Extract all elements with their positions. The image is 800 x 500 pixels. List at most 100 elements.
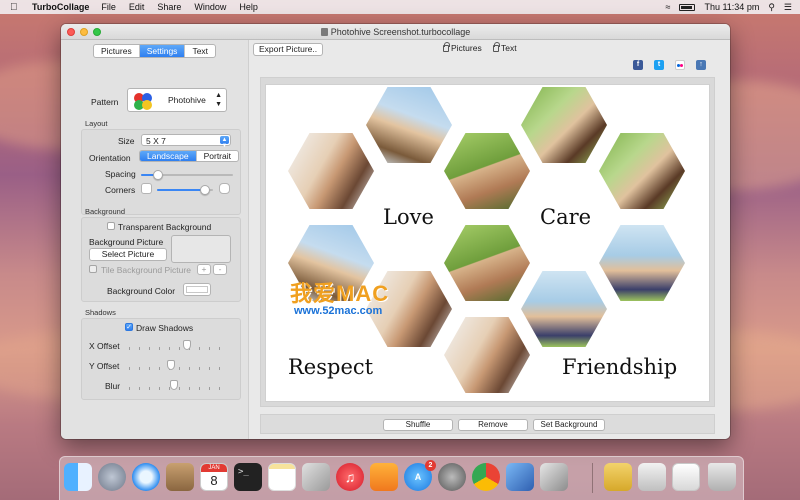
y-offset-slider[interactable] [129, 360, 229, 376]
trash-icon[interactable] [708, 463, 736, 491]
caption-respect[interactable]: Respect [288, 355, 373, 379]
photo-app-icon[interactable] [540, 463, 568, 491]
background-color-label: Background Color [107, 286, 176, 296]
zoom-window-button[interactable] [93, 28, 101, 36]
export-picture-button[interactable]: Export Picture.. [253, 43, 324, 56]
watermark-url: www.52mac.com [294, 305, 383, 317]
orientation-landscape[interactable]: Landscape [140, 151, 197, 161]
tab-pictures[interactable]: Pictures [94, 45, 140, 57]
clock[interactable]: Thu 11:34 pm [704, 2, 759, 12]
collage-photo[interactable] [366, 87, 452, 163]
slider-knob[interactable] [183, 340, 191, 350]
slider-knob[interactable] [167, 360, 175, 370]
blur-slider[interactable] [129, 380, 229, 396]
menu-bar:  TurboCollage File Edit Share Window He… [0, 0, 800, 14]
caption-love[interactable]: Love [383, 205, 434, 229]
collage-photo[interactable] [444, 225, 530, 301]
flickr-icon[interactable] [675, 60, 685, 70]
close-window-button[interactable] [67, 28, 75, 36]
collage-photo[interactable] [599, 133, 685, 209]
sidebar-tabs: Pictures Settings Text [93, 44, 217, 58]
twitter-icon[interactable]: t [654, 60, 664, 70]
caption-friendship[interactable]: Friendship [562, 355, 677, 379]
tile-background-checkbox[interactable] [89, 265, 97, 273]
finder-icon[interactable] [64, 463, 92, 491]
tab-settings[interactable]: Settings [139, 45, 186, 57]
orientation-portrait[interactable]: Portrait [197, 151, 238, 161]
tab-text[interactable]: Text [185, 45, 215, 57]
collage-photo[interactable] [599, 225, 685, 301]
menu-app-name[interactable]: TurboCollage [32, 2, 89, 12]
collage-photo[interactable] [444, 133, 530, 209]
menu-share[interactable]: Share [157, 2, 181, 12]
collage-photo[interactable] [444, 317, 530, 393]
battery-icon[interactable] [679, 3, 696, 11]
caption-care[interactable]: Care [540, 205, 591, 229]
size-select[interactable]: 5 X 7 ▲ ▼ [141, 134, 231, 149]
slider-knob[interactable] [170, 380, 178, 390]
tile-remove-button[interactable]: - [213, 264, 227, 275]
downloads-stack-icon[interactable] [604, 463, 632, 491]
apple-menu-icon[interactable]:  [10, 2, 24, 13]
lock-text-toggle[interactable]: Text [493, 42, 517, 53]
square-corner-icon [141, 183, 152, 194]
pattern-select[interactable]: Photohive ▲ ▼ [127, 88, 227, 112]
menu-help[interactable]: Help [239, 2, 258, 12]
terminal-icon[interactable]: >_ [234, 463, 262, 491]
notes-icon[interactable] [268, 463, 296, 491]
collage-photo[interactable] [521, 87, 607, 163]
x-offset-label: X Offset [89, 341, 120, 351]
select-picture-button[interactable]: Select Picture [89, 248, 167, 261]
menu-edit[interactable]: Edit [129, 2, 145, 12]
settings-sidebar: Pictures Settings Text Pattern Photohive… [61, 40, 249, 439]
menu-window[interactable]: Window [194, 2, 226, 12]
corners-slider[interactable] [157, 185, 213, 195]
chrome-icon[interactable] [472, 463, 500, 491]
background-section-title: Background [85, 207, 126, 216]
share-icon[interactable]: ↑ [696, 60, 706, 70]
app-store-icon[interactable]: A 2 [404, 460, 436, 491]
title-bar[interactable]: Photohive Screenshot.turbocollage [61, 24, 730, 40]
wifi-icon[interactable]: ≈ [666, 2, 671, 12]
calendar-month: JAN [201, 464, 227, 472]
draw-shadows-checkbox[interactable]: ✓ [125, 323, 133, 331]
system-preferences-icon[interactable] [438, 463, 466, 491]
x-offset-slider[interactable] [129, 340, 229, 356]
lock-icon [443, 42, 450, 52]
window-controls [67, 28, 101, 36]
shuffle-button[interactable]: Shuffle [383, 419, 453, 431]
documents-stack-icon[interactable] [638, 463, 666, 491]
minimize-window-button[interactable] [80, 28, 88, 36]
set-background-button[interactable]: Set Background [533, 419, 605, 431]
slider-knob[interactable] [199, 185, 210, 195]
collage-photo[interactable] [288, 133, 374, 209]
calendar-icon[interactable]: JAN 8 [200, 463, 228, 491]
tile-add-button[interactable]: + [197, 264, 211, 275]
layout-section-title: Layout [85, 119, 108, 128]
launchpad-icon[interactable] [98, 463, 126, 491]
collage-canvas[interactable]: Love Care Respect Friendship 我爱MAC www.5… [265, 84, 710, 402]
transparent-background-checkbox[interactable] [107, 222, 115, 230]
spotlight-icon[interactable]: ⚲ [768, 2, 775, 13]
app-window: Photohive Screenshot.turbocollage Pictur… [61, 24, 730, 439]
background-color-swatch [186, 286, 208, 293]
slider-knob[interactable] [152, 170, 163, 180]
contacts-icon[interactable] [166, 463, 194, 491]
background-picture-well[interactable] [171, 235, 231, 263]
document-icon [320, 27, 328, 36]
facebook-icon[interactable]: f [633, 60, 643, 70]
spacing-slider[interactable] [141, 170, 233, 180]
lock-pictures-toggle[interactable]: Pictures [443, 42, 482, 53]
collage-photo[interactable] [521, 271, 607, 347]
xcode-icon[interactable] [506, 463, 534, 491]
safari-icon[interactable] [132, 463, 160, 491]
background-color-well[interactable] [183, 283, 211, 296]
menu-file[interactable]: File [101, 2, 116, 12]
music-icon[interactable]: ♫ [336, 463, 364, 491]
ibooks-icon[interactable] [370, 463, 398, 491]
remove-button[interactable]: Remove [458, 419, 528, 431]
preview-icon[interactable] [302, 463, 330, 491]
size-value: 5 X 7 [146, 136, 166, 146]
file-stack-icon[interactable] [672, 463, 700, 491]
notification-center-icon[interactable]: ☰ [784, 2, 792, 13]
